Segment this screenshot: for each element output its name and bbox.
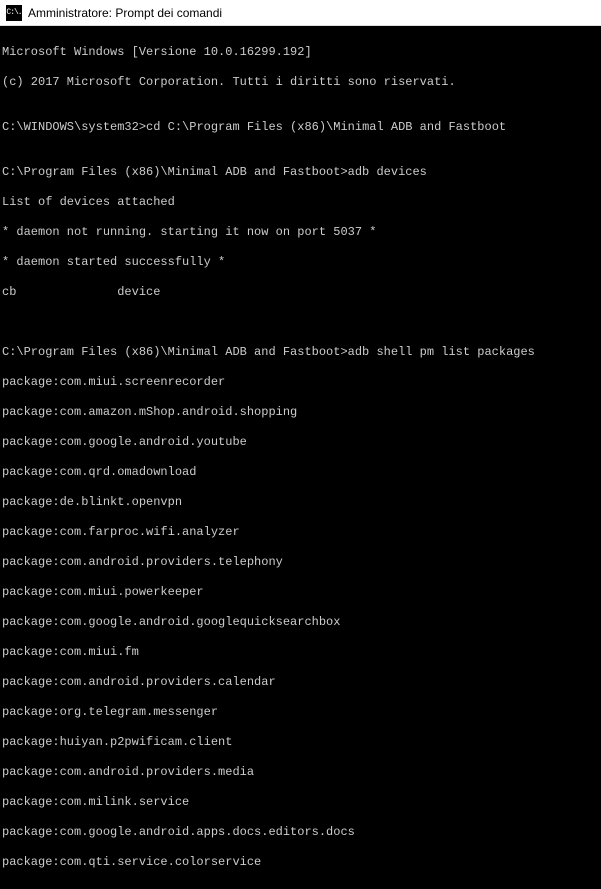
- header-line: (c) 2017 Microsoft Corporation. Tutti i …: [2, 75, 599, 90]
- package-line: package:com.android.providers.telephony: [2, 555, 599, 570]
- prompt-path: C:\WINDOWS\system32>: [2, 120, 146, 134]
- terminal-output[interactable]: Microsoft Windows [Versione 10.0.16299.1…: [0, 26, 601, 889]
- cmd-icon: C:\.: [6, 5, 22, 21]
- prompt-path: C:\Program Files (x86)\Minimal ADB and F…: [2, 345, 348, 359]
- prompt-path: C:\Program Files (x86)\Minimal ADB and F…: [2, 165, 348, 179]
- prompt-line: C:\Program Files (x86)\Minimal ADB and F…: [2, 165, 599, 180]
- package-line: package:com.android.providers.calendar: [2, 675, 599, 690]
- package-line: package:huiyan.p2pwificam.client: [2, 735, 599, 750]
- prompt-line: C:\Program Files (x86)\Minimal ADB and F…: [2, 345, 599, 360]
- command-text: adb shell pm list packages: [348, 345, 535, 359]
- package-line: package:com.miui.powerkeeper: [2, 585, 599, 600]
- command-text: adb devices: [348, 165, 427, 179]
- package-line: package:com.google.android.youtube: [2, 435, 599, 450]
- output-line: * daemon not running. starting it now on…: [2, 225, 599, 240]
- package-line: package:org.telegram.messenger: [2, 705, 599, 720]
- package-line: package:com.amazon.mShop.android.shoppin…: [2, 405, 599, 420]
- header-line: Microsoft Windows [Versione 10.0.16299.1…: [2, 45, 599, 60]
- package-line: package:com.miui.screenrecorder: [2, 375, 599, 390]
- package-line: package:com.farproc.wifi.analyzer: [2, 525, 599, 540]
- package-line: package:com.android.providers.media: [2, 765, 599, 780]
- package-line: package:com.google.android.googlequickse…: [2, 615, 599, 630]
- package-line: package:com.qti.service.colorservice: [2, 855, 599, 870]
- output-line: * daemon started successfully *: [2, 255, 599, 270]
- window-titlebar[interactable]: C:\. Amministratore: Prompt dei comandi: [0, 0, 601, 26]
- package-line: package:com.milink.service: [2, 795, 599, 810]
- package-line: package:com.google.android.apps.docs.edi…: [2, 825, 599, 840]
- package-line: package:com.qrd.omadownload: [2, 465, 599, 480]
- package-line: package:de.blinkt.openvpn: [2, 495, 599, 510]
- package-line: package:com.miui.fm: [2, 645, 599, 660]
- prompt-line: C:\WINDOWS\system32>cd C:\Program Files …: [2, 120, 599, 135]
- command-text: cd C:\Program Files (x86)\Minimal ADB an…: [146, 120, 506, 134]
- output-line: cb device: [2, 285, 599, 300]
- window-title: Amministratore: Prompt dei comandi: [28, 6, 222, 20]
- output-line: List of devices attached: [2, 195, 599, 210]
